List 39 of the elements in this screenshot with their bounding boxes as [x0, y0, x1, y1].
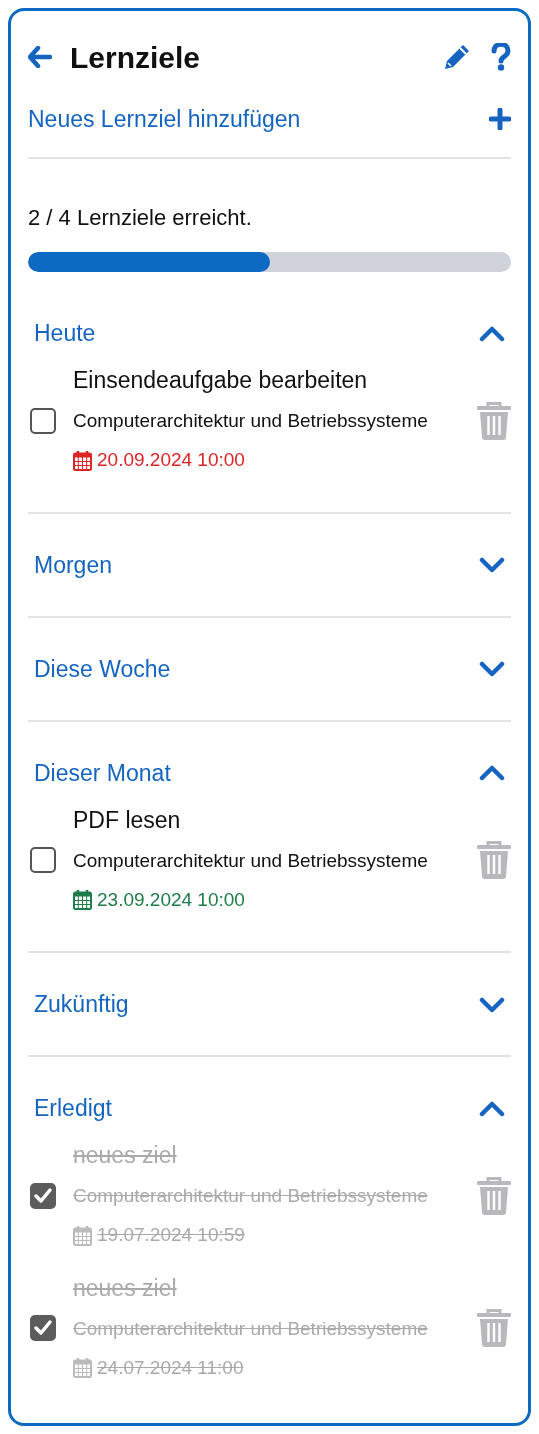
checkbox[interactable] [30, 847, 56, 874]
section-header[interactable]: Diese Woche [28, 617, 511, 688]
due-date: 20.09.2024 10:00 [97, 448, 245, 472]
calendar-icon [73, 449, 92, 471]
goal-title: neues ziel [73, 1141, 178, 1170]
chevron-up-icon [479, 764, 505, 782]
goal-title: PDF lesen [73, 805, 182, 835]
chevron-down-icon [479, 556, 505, 574]
calendar-icon [73, 889, 92, 910]
page-title: Lernziele [70, 39, 201, 76]
help-icon[interactable] [491, 43, 511, 71]
calendar-icon [73, 1357, 92, 1378]
progress-text: 2 / 4 Lernziele erreicht. [28, 204, 253, 232]
pencil-icon[interactable] [443, 43, 471, 71]
section-header[interactable]: Dieser Monat [28, 721, 511, 792]
checkbox[interactable] [30, 407, 56, 434]
course-name: Computerarchitektur und Betriebssysteme [73, 409, 429, 433]
chevron-up-icon [479, 324, 505, 343]
due-date: 19.07.2024 10:59 [97, 1223, 245, 1247]
section-header[interactable]: Erledigt [28, 1057, 511, 1127]
chevron-up-icon [479, 1099, 505, 1118]
goal-title: neues ziel [73, 1273, 178, 1303]
chevron-down-icon [479, 995, 505, 1014]
goal-title: Einsendeaufgabe bearbeiten [73, 366, 369, 395]
section-header[interactable]: Heute [28, 282, 511, 352]
due-date: 23.09.2024 10:00 [97, 887, 245, 912]
chevron-down-icon [479, 660, 505, 678]
course-name: Computerarchitektur und Betriebssysteme [73, 848, 429, 873]
checkbox[interactable] [30, 1182, 56, 1209]
back-arrow-icon[interactable] [28, 46, 52, 68]
course-name: Computerarchitektur und Betriebssysteme [73, 1316, 429, 1341]
checkbox[interactable] [30, 1315, 56, 1342]
due-date: 24.07.2024 11:00 [97, 1355, 244, 1380]
add-goal-link[interactable]: Neues Lernziel hinzufügen [28, 101, 301, 137]
section-header[interactable]: Zukünftig [28, 953, 511, 1023]
section-header[interactable]: Morgen [28, 513, 511, 584]
course-name: Computerarchitektur und Betriebssysteme [73, 1184, 429, 1208]
calendar-icon [73, 1224, 92, 1246]
plus-icon[interactable] [489, 108, 511, 130]
